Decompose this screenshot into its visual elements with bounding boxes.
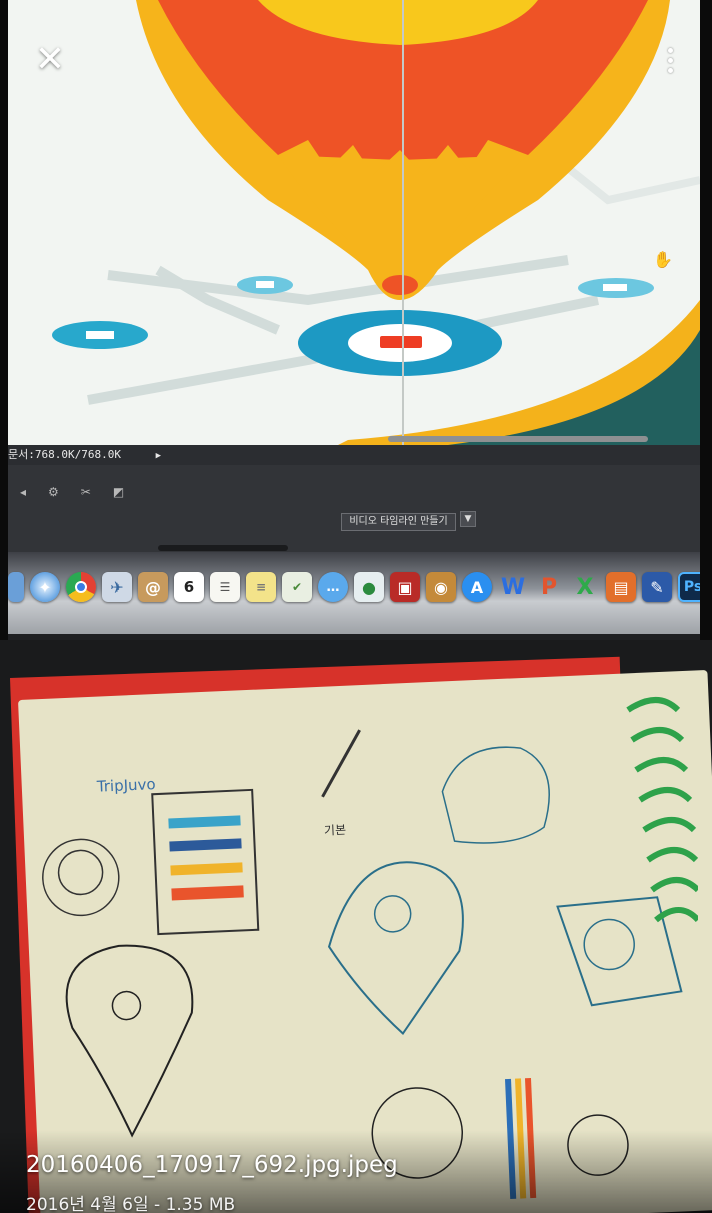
photo-screen-artwork: ✋ — [8, 0, 700, 445]
create-video-timeline-button: 비디오 타임라인 만들기 — [341, 513, 456, 531]
chevron-down-icon: ▼ — [460, 511, 476, 527]
powerpoint-icon: P — [540, 574, 558, 600]
preview-icon: ✈ — [102, 572, 132, 602]
notes-icon: ≡ — [246, 572, 276, 602]
more-vert-icon-dot — [667, 57, 673, 63]
calendar-icon: 6 — [174, 572, 204, 602]
more-vert-icon-dot — [667, 67, 673, 73]
photo-monitor: ✋ 문서:768.0K/768.0K ▶ ◂⚙✂◩ 비디오 타임라인 만들기 ▼… — [8, 0, 700, 640]
more-options-button[interactable] — [654, 40, 686, 80]
close-button[interactable]: ✕ — [30, 40, 70, 80]
safari-icon: ✦ — [30, 572, 60, 602]
notebook-spiral — [626, 697, 698, 923]
image-viewer[interactable]: ✋ 문서:768.0K/768.0K ▶ ◂⚙✂◩ 비디오 타임라인 만들기 ▼… — [0, 0, 712, 1213]
iphoto-icon: ◉ — [426, 572, 456, 602]
keynote-icon: ▤ — [606, 572, 636, 602]
timeline-tools: ◂⚙✂◩ — [20, 485, 146, 499]
mac-dock: ✦ ✈ @ 6 ☰ ≡ ✔ … ● ▣ ◉ A W P X ▤ ✎ Ps — [8, 552, 700, 634]
chrome-icon — [66, 572, 96, 602]
reminders-icon: ☰ — [210, 572, 240, 602]
balloon-artwork: ✋ — [8, 0, 700, 445]
cut-icon: ✂ — [80, 485, 113, 499]
excel-icon: X — [576, 574, 594, 600]
sketch-title: TripJuvo — [95, 775, 156, 796]
dock-icon-row: ✦ ✈ @ 6 ☰ ≡ ✔ … ● ▣ ◉ A W P X ▤ ✎ Ps — [8, 572, 700, 602]
more-vert-icon — [667, 47, 673, 53]
audio-icon: ◂ — [20, 485, 49, 499]
transition-icon: ◩ — [112, 485, 147, 499]
pen-tool-icon: ✎ — [642, 572, 672, 602]
app-store-icon: A — [462, 572, 492, 602]
finder-icon — [8, 572, 24, 602]
facetime-icon: ● — [354, 572, 384, 602]
calendar-day: 6 — [183, 578, 195, 596]
settings-icon: ⚙ — [48, 485, 81, 499]
file-meta: 2016년 4월 6일 - 1.35 MB — [26, 1195, 236, 1213]
timeline-zoom-slider — [158, 545, 288, 551]
ps-document-size: 문서:768.0K/768.0K — [8, 448, 121, 461]
svg-text:✋: ✋ — [653, 250, 673, 269]
play-icon: ▶ — [155, 451, 162, 461]
photoshop-icon: Ps — [678, 572, 700, 602]
photo-booth-icon: ▣ — [390, 572, 420, 602]
contacts-icon: @ — [138, 572, 168, 602]
word-icon: W — [500, 574, 526, 600]
ps-timeline-panel: ◂⚙✂◩ 비디오 타임라인 만들기 ▼ — [8, 465, 700, 555]
close-icon: ✕ — [34, 39, 66, 80]
horizontal-scrollbar[interactable] — [388, 436, 648, 442]
messages-icon: … — [318, 572, 348, 602]
sketch-label: 기본 — [324, 823, 347, 838]
ps-status-bar: 문서:768.0K/768.0K ▶ — [8, 445, 700, 465]
tasks-icon: ✔ — [282, 572, 312, 602]
file-name: 20160406_170917_692.jpg.jpeg — [26, 1152, 398, 1178]
